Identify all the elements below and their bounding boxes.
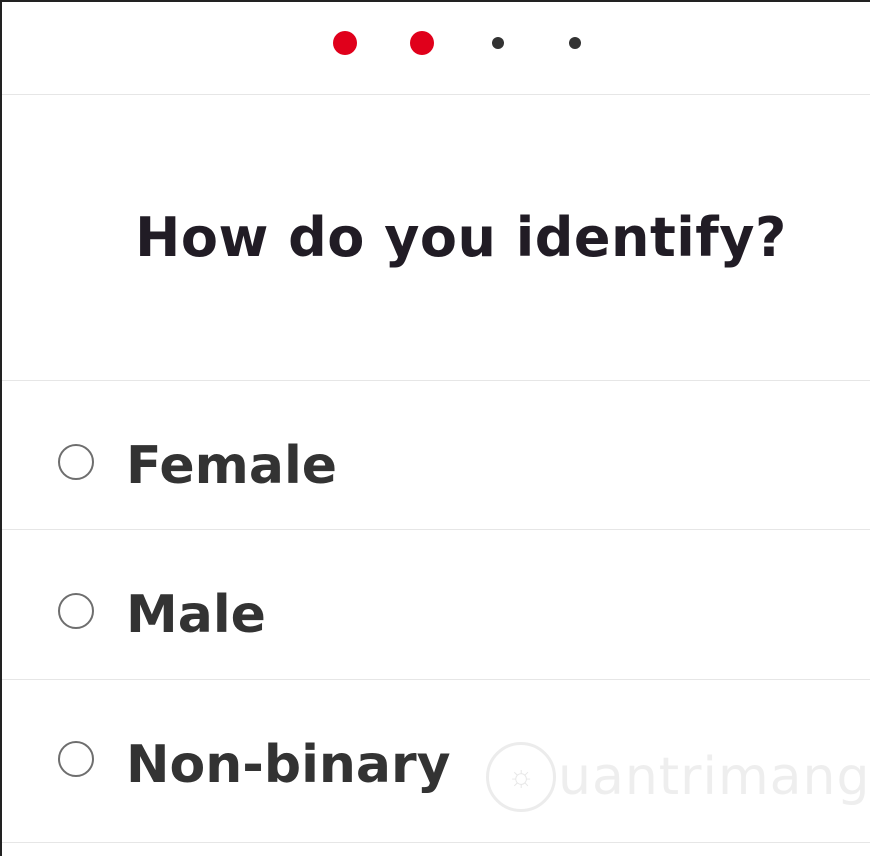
progress-dot-3 — [492, 37, 504, 49]
option-label-female: Female — [126, 436, 338, 496]
watermark: ☼ uantrimang — [486, 737, 870, 817]
progress-dot-2 — [410, 31, 434, 55]
progress-dot-1 — [333, 31, 357, 55]
progress-dot-4 — [569, 37, 581, 49]
radio-button-non-binary[interactable] — [58, 741, 94, 777]
radio-button-female[interactable] — [58, 444, 94, 480]
option-male[interactable]: Male — [2, 530, 870, 680]
question-title: How do you identify? — [135, 205, 787, 269]
option-female[interactable]: Female — [2, 380, 870, 530]
lightbulb-icon: ☼ — [486, 742, 556, 812]
progress-indicator — [2, 2, 870, 95]
watermark-text: uantrimang — [558, 747, 870, 807]
survey-frame: How do you identify? Female Male Non-bin… — [0, 0, 870, 856]
option-label-male: Male — [126, 585, 266, 645]
radio-button-male[interactable] — [58, 593, 94, 629]
option-label-non-binary: Non-binary — [126, 735, 451, 795]
question-section: How do you identify? — [2, 94, 870, 381]
